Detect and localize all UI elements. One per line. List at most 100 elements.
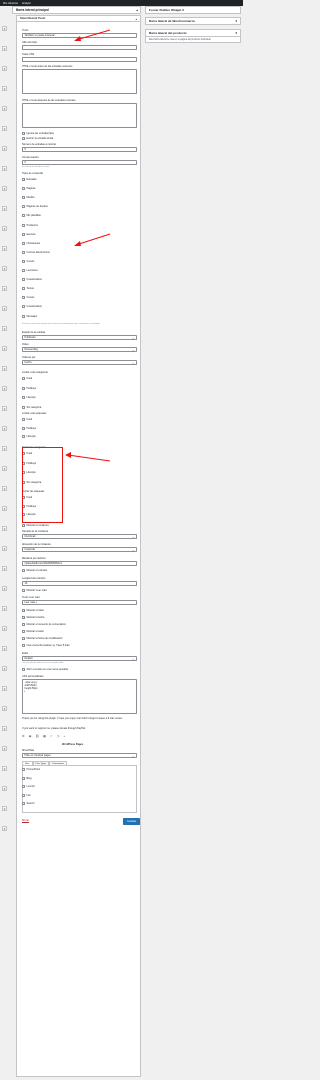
new-window-checkbox[interactable]: Abrir el enlace en una nueva pestaña — [22, 668, 68, 671]
checkbox-item[interactable]: Food — [22, 418, 32, 421]
show-modified-checkbox[interactable]: Mostrar la fecha de modificación — [22, 637, 63, 640]
chevron-down-icon[interactable]: ▾ — [2, 486, 7, 491]
checkbox-box[interactable] — [22, 569, 25, 572]
show-excerpt-checkbox[interactable]: Mostrar el extracto — [22, 569, 47, 572]
chevron-down-icon[interactable]: ▾ — [2, 146, 7, 151]
show-author-checkbox[interactable]: Mostrar el autor — [22, 630, 44, 633]
show-comments-checkbox[interactable]: Mostrar el recuento de comentarios — [22, 623, 66, 626]
chevron-down-icon[interactable]: ▾ — [2, 566, 7, 571]
chevron-down-icon[interactable]: ▾ — [2, 86, 7, 91]
checkbox-item[interactable]: Cuestionarios — [22, 305, 42, 309]
checkbox-item[interactable]: Cursos — [22, 296, 34, 300]
chevron-down-icon[interactable]: ▾ — [2, 246, 7, 251]
checkbox-box[interactable] — [22, 386, 25, 390]
checkbox-box[interactable] — [22, 616, 26, 620]
post-count-input[interactable]: 5 — [22, 147, 137, 152]
checkbox-box[interactable] — [22, 630, 25, 633]
css-class-input[interactable] — [22, 57, 137, 62]
checkbox-box[interactable] — [22, 241, 25, 245]
checkbox-box[interactable] — [22, 426, 25, 430]
checkbox-item[interactable]: Mensajes — [22, 314, 37, 318]
default-thumbnail-input[interactable]: //placeholdit.com/45x45/f0f0f0/ccc — [22, 561, 137, 566]
checkbox-item[interactable]: Mis plantillas — [22, 214, 41, 218]
checkbox-box[interactable] — [22, 278, 25, 282]
checkbox-box[interactable] — [22, 793, 25, 797]
chevron-down-icon[interactable]: ▾ — [2, 666, 7, 671]
checkbox-box[interactable] — [22, 296, 25, 300]
thumbnail-size-select[interactable]: thumbnail — [22, 534, 137, 539]
chevron-down-icon[interactable]: ▾ — [2, 466, 7, 471]
star-icon[interactable]: ☆ — [50, 734, 53, 738]
sidebar-footer-builder[interactable]: Footer Builder Widget 3 — [145, 6, 241, 14]
chevron-down-icon[interactable]: ▾ — [2, 286, 7, 291]
checkbox-box[interactable] — [22, 524, 26, 528]
checkbox-item[interactable]: Lin-lofo — [22, 785, 35, 788]
orderby-select[interactable]: Fecha — [22, 360, 137, 365]
readmore-text-input[interactable]: Leer más » — [22, 600, 137, 605]
chevron-down-icon[interactable]: ▾ — [2, 106, 7, 111]
show-title-checkbox[interactable]: Mostrar el título — [22, 609, 44, 613]
checkbox-box[interactable] — [22, 668, 25, 671]
checkbox-item[interactable]: Home/Posts — [22, 768, 40, 771]
checkbox-item[interactable]: Blog — [22, 776, 32, 780]
post-status-select[interactable]: Publicado — [22, 335, 137, 340]
chevron-down-icon[interactable]: ▾ — [2, 266, 7, 271]
chevron-down-icon[interactable]: ▾ — [2, 606, 7, 611]
chevron-down-icon[interactable]: ▾ — [2, 326, 7, 331]
checkbox-box[interactable] — [22, 269, 25, 272]
checkbox-item[interactable]: Sin categoría — [22, 405, 41, 409]
sidebar-woocommerce[interactable]: Barra lateral de WooCommerce ▾ — [145, 17, 241, 25]
checkbox-box[interactable] — [22, 305, 25, 309]
chevron-down-icon[interactable]: ▾ — [2, 786, 7, 791]
eye-icon[interactable]: ◉ — [29, 734, 32, 738]
checkbox-box[interactable] — [22, 223, 25, 227]
checkbox-item[interactable]: Productos — [22, 223, 38, 227]
ignore-sticky-checkbox[interactable]: Ignorar las entradas fijas — [22, 132, 54, 136]
checkbox-item[interactable]: Lifestyle — [22, 435, 36, 438]
checkbox-item[interactable]: Ubicaciones — [22, 241, 40, 245]
checkbox-item[interactable]: Lecciones — [22, 269, 38, 272]
checkbox-box[interactable] — [22, 644, 25, 647]
checkbox-item[interactable]: Holidays — [22, 426, 36, 430]
sidebar-area-header[interactable]: Barra lateral principal ▴ — [12, 6, 141, 14]
checkbox-box[interactable] — [22, 178, 26, 182]
checkbox-item[interactable]: Cuestionarios — [22, 278, 42, 282]
save-button[interactable]: Guardar — [123, 818, 141, 825]
adminbar-item[interactable]: Mis Librerías — [3, 2, 18, 5]
chevron-down-icon[interactable]: ▾ — [2, 66, 7, 71]
chevron-down-icon[interactable]: ▾ — [2, 586, 7, 591]
gear-icon[interactable]: ⚙ — [22, 734, 25, 738]
checkbox-item[interactable]: Páginas — [22, 187, 36, 191]
checkbox-box[interactable] — [22, 768, 25, 771]
clock-icon[interactable]: ◷ — [57, 734, 60, 738]
chevron-down-icon[interactable]: ▾ — [2, 186, 7, 191]
thumbnail-align-select[interactable]: Izquierda — [22, 547, 137, 552]
checkbox-box[interactable] — [22, 132, 26, 136]
show-readmore-checkbox[interactable]: Mostrar 'Leer más' — [22, 589, 47, 592]
checkbox-box[interactable] — [22, 377, 25, 380]
checkbox-box[interactable] — [22, 250, 25, 254]
checkbox-item[interactable]: Holidays — [22, 386, 36, 390]
checkbox-item[interactable]: Correos Electrónicos — [22, 250, 50, 254]
delete-link[interactable]: Borrar — [22, 819, 29, 822]
checkbox-box[interactable] — [22, 609, 26, 613]
chevron-down-icon[interactable]: ▾ — [2, 366, 7, 371]
checkbox-item[interactable]: Cursos — [22, 259, 34, 263]
chevron-down-icon[interactable]: ▾ — [2, 686, 7, 691]
chevron-down-icon[interactable]: ▾ — [2, 406, 7, 411]
checkbox-box[interactable] — [22, 137, 26, 141]
chevron-down-icon[interactable]: ▾ — [2, 626, 7, 631]
order-select[interactable]: Descending — [22, 347, 137, 352]
chevron-down-icon[interactable]: ▾ — [2, 726, 7, 731]
checkbox-item[interactable]: Temas — [22, 287, 34, 291]
checkbox-box[interactable] — [22, 623, 25, 626]
html-before-textarea[interactable] — [22, 69, 137, 94]
chevron-down-icon[interactable]: ▾ — [2, 446, 7, 451]
chevron-down-icon[interactable]: ▾ — [2, 746, 7, 751]
show-hide-select[interactable]: Hide on checked pages — [22, 753, 137, 758]
chevron-down-icon[interactable]: ▾ — [2, 646, 7, 651]
checkbox-box[interactable] — [22, 637, 25, 640]
chevron-down-icon[interactable]: ▾ — [2, 506, 7, 511]
chevron-down-icon[interactable]: ▾ — [2, 166, 7, 171]
checkbox-box[interactable] — [22, 196, 25, 200]
